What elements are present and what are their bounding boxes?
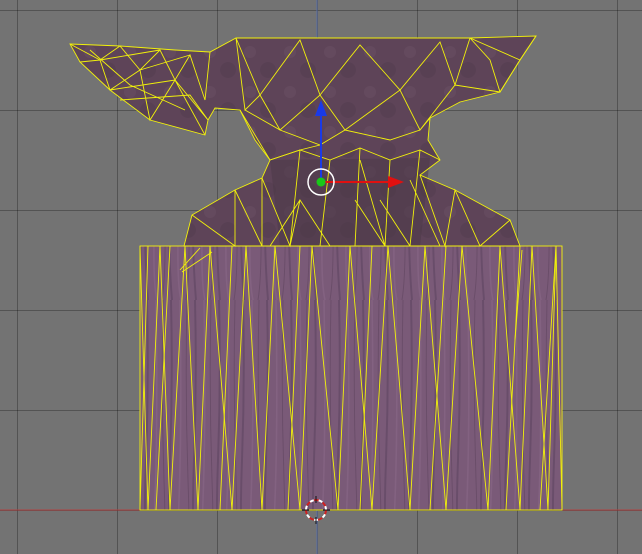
- scene-canvas[interactable]: [0, 0, 642, 554]
- anvil[interactable]: [69, 35, 537, 248]
- wooden-stump[interactable]: [139, 245, 563, 511]
- pivot-point[interactable]: [316, 177, 326, 187]
- 3d-viewport[interactable]: [0, 0, 642, 554]
